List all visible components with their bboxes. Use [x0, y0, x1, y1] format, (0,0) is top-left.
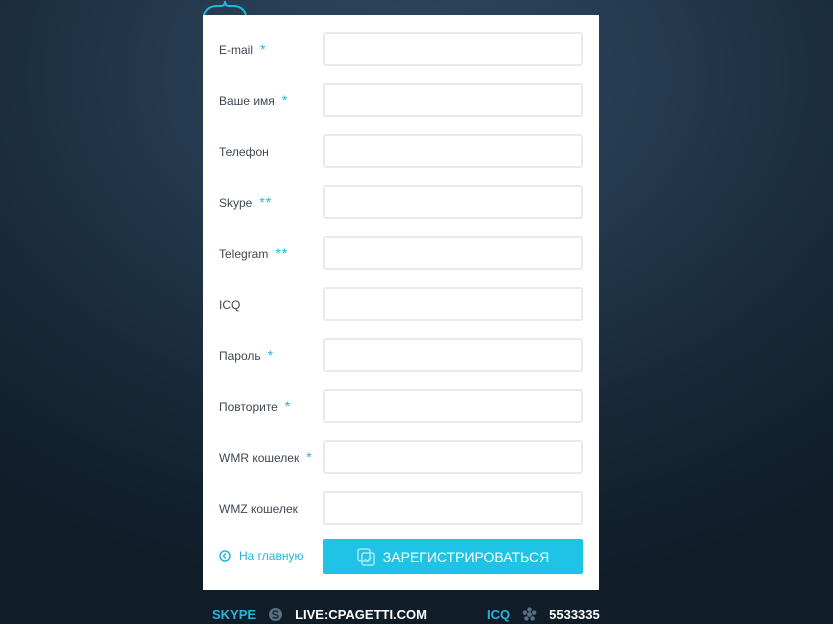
phone-row: Телефон [203, 134, 599, 168]
field-label: Пароль * [219, 347, 275, 363]
email-row: E-mail * [203, 32, 599, 66]
email-field[interactable] [323, 32, 583, 66]
password-field[interactable] [323, 338, 583, 372]
footer-skype: SKYPE LIVE:CPAGETTI.COM [212, 604, 427, 624]
wmz-row: WMZ кошелек [203, 491, 599, 525]
field-label: Telegram ** [219, 245, 289, 261]
skype-value: LIVE:CPAGETTI.COM [295, 606, 428, 622]
footer-icq: ICQ 5533335 [487, 604, 600, 624]
icq-label: ICQ [487, 606, 511, 622]
telegram-field[interactable] [323, 236, 583, 270]
icq-field[interactable] [323, 287, 583, 321]
home-link-label: На главную [239, 549, 304, 563]
required-marker: ** [275, 245, 289, 261]
required-marker: * [260, 41, 267, 57]
home-link[interactable]: На главную [219, 548, 303, 564]
required-marker: ** [259, 194, 273, 210]
password-row: Пароль * [203, 338, 599, 372]
repeat-password-field[interactable] [323, 389, 583, 423]
required-marker: * [281, 92, 289, 108]
skype-field[interactable] [323, 185, 583, 219]
wmr-wallet-field[interactable] [323, 440, 583, 474]
telegram-row: Telegram ** [203, 236, 599, 270]
wmz-wallet-field[interactable] [323, 491, 583, 525]
field-label: WMR кошелек * [219, 449, 313, 465]
field-label: Ваше имя * [219, 92, 289, 108]
field-label: WMZ кошелек [219, 502, 298, 516]
required-marker: * [306, 449, 313, 465]
skype-icon[interactable] [268, 607, 283, 622]
registration-form: E-mail * Ваше имя * Телефон Skype ** Telegr… [203, 15, 599, 590]
field-label: ICQ [219, 298, 241, 312]
repeat-password-row: Повторите * [203, 389, 599, 423]
checkbox-icon [357, 547, 375, 566]
name-field[interactable] [323, 83, 583, 117]
icq-row: ICQ [203, 287, 599, 321]
field-label: Повторите * [219, 398, 292, 414]
icq-value: 5533335 [549, 606, 600, 622]
register-button-label: ЗАРЕГИСТРИРОВАТЬСЯ [382, 548, 550, 565]
circle-arrow-left-icon [219, 550, 231, 562]
phone-field[interactable] [323, 134, 583, 168]
field-label: Skype ** [219, 194, 273, 210]
wmr-row: WMR кошелек * [203, 440, 599, 474]
field-label: Телефон [219, 145, 269, 159]
field-label: E-mail * [219, 41, 267, 57]
register-button[interactable]: ЗАРЕГИСТРИРОВАТЬСЯ [323, 539, 583, 574]
icq-flower-icon[interactable] [522, 606, 537, 622]
skype-row: Skype ** [203, 185, 599, 219]
skype-label: SKYPE [212, 606, 257, 622]
required-marker: * [267, 347, 275, 363]
hanger-icon [203, 0, 247, 16]
name-row: Ваше имя * [203, 83, 599, 117]
required-marker: * [284, 398, 292, 414]
